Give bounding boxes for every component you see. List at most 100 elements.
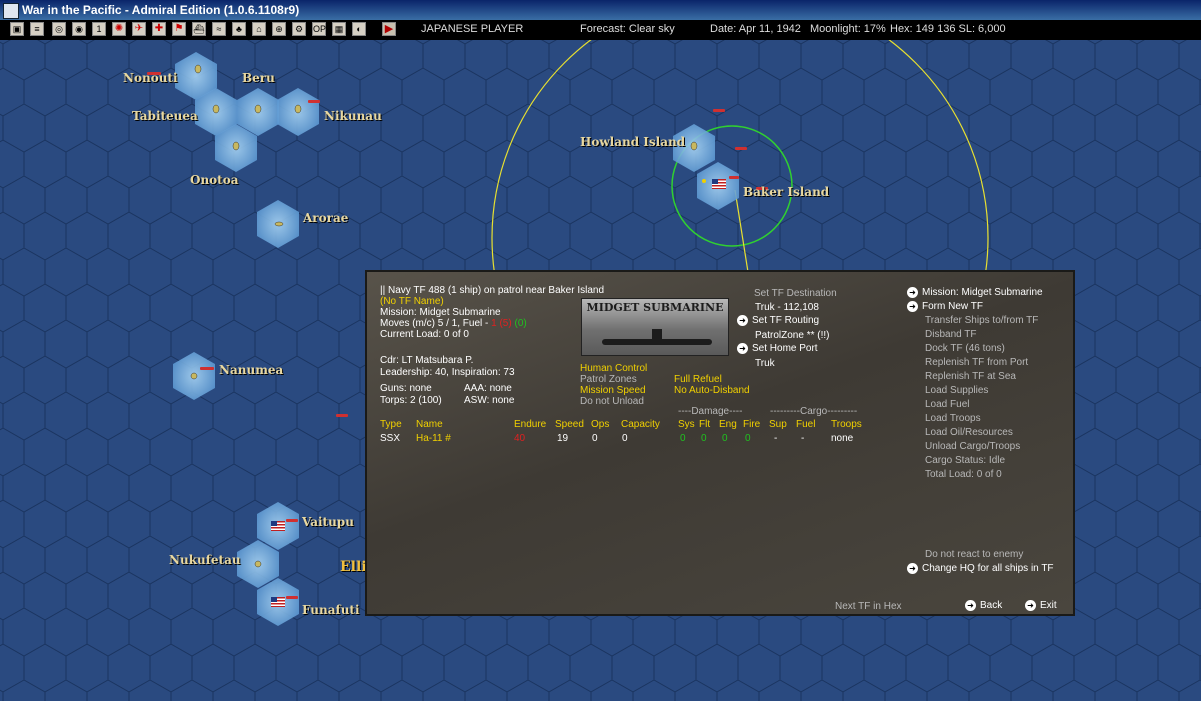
col-eng: Eng [719,419,737,430]
menu-mission-label: Mission: Midget Submarine [922,287,1043,298]
map-label-nanumea: Nanumea [219,363,284,377]
menu-change-hq[interactable]: ➜ Change HQ for all ships in TF [907,562,1054,575]
set-destination-label: Set TF Destination [754,288,837,299]
col-fire: Fire [743,419,761,430]
col-type: Type [380,419,402,430]
set-routing-button[interactable]: ➜ Set TF Routing [737,314,819,327]
arrow-icon: ➜ [1025,599,1036,611]
zoom-icon[interactable]: ▣ [10,22,24,36]
jungle-icon[interactable]: ♣ [232,22,246,36]
tf-torps: Torps: 2 (100) [380,395,442,406]
map-label-nonouti: Nonouti [123,71,178,85]
map-label-baker: Baker Island [743,185,830,199]
info-icon[interactable]: 1 [92,22,106,36]
tf-marker[interactable] [702,179,706,183]
ship-icon[interactable]: ⛴ [192,22,206,36]
ship-class-caption: MIDGET SUBMARINE [586,301,724,314]
col-capacity: Capacity [621,419,660,430]
convoy-icon[interactable]: ≈ [212,22,226,36]
exit-button[interactable]: ➜ Exit [1025,599,1057,612]
player-label: JAPANESE PLAYER [421,23,524,35]
arrow-icon: ➜ [907,300,918,312]
menu-total-load: Total Load: 0 of 0 [925,469,1002,480]
cell-capacity: 0 [622,433,628,444]
title-bar: War in the Pacific - Admiral Edition (1.… [0,0,1201,20]
cell-flt: 0 [701,433,707,444]
base-flag-icon[interactable]: ⚑ [172,22,186,36]
settings-icon[interactable]: ⚙ [292,22,306,36]
sub-hull [602,339,712,345]
cell-fire: 0 [745,433,751,444]
fighter-icon[interactable]: ✚ [152,22,166,36]
combat-report-icon[interactable]: ◉ [72,22,86,36]
menu-disband-tf[interactable]: Disband TF [925,328,977,341]
tf-current-load: Current Load: 0 of 0 [380,329,469,340]
us-flag-icon [271,521,285,531]
task-force-panel: || Navy TF 488 (1 ship) on patrol near B… [365,270,1075,616]
map-label-nukufetau: Nukufetau [169,553,241,567]
menu-dock-tf[interactable]: Dock TF (46 tons) [925,342,1005,355]
map-label-ellice: Elli [340,559,367,575]
report-icon[interactable]: ≡ [30,22,44,36]
date-label: Date: Apr 11, 1942 [710,23,801,35]
moonlight-label: Moonlight: 17% [810,23,886,35]
intel-icon[interactable]: ◎ [52,22,66,36]
col-troops: Troops [831,419,862,430]
hex-label: Hex: 149 136 SL: 6,000 [890,23,1006,35]
col-flt: Flt [699,419,711,430]
back-button[interactable]: ➜ Back [965,599,1002,612]
menu-form-new-tf[interactable]: ➜ Form New TF [907,300,983,313]
menu-no-react[interactable]: Do not react to enemy [925,548,1023,561]
target-icon[interactable]: ⊕ [272,22,286,36]
map-icon[interactable]: ▦ [332,22,346,36]
arrow-icon: ➜ [907,562,918,574]
exit-label: Exit [1040,600,1057,611]
window-title: War in the Pacific - Admiral Edition (1.… [22,3,300,17]
map-label-vaitupu: Vaitupu [302,515,354,529]
options-icon[interactable]: OP [312,22,326,36]
map-label-nikunau: Nikunau [324,109,382,123]
factory-icon[interactable]: ⌂ [252,22,266,36]
opt-do-not-unload[interactable]: Do not Unload [580,395,644,408]
menu-load-troops[interactable]: Load Troops [925,412,981,425]
arrow-icon: ➜ [737,342,748,354]
menu-load-supplies[interactable]: Load Supplies [925,384,988,397]
menu-load-oil[interactable]: Load Oil/Resources [925,426,1013,439]
col-name: Name [416,419,443,430]
us-flag-icon [271,597,285,607]
menu-change-hq-label: Change HQ for all ships in TF [922,563,1054,574]
set-routing-label: Set TF Routing [752,315,820,326]
ship-class-photo: MIDGET SUBMARINE [581,298,729,356]
map-label-tabiteuea: Tabiteuea [132,109,198,123]
rising-sun-flag-icon[interactable]: ✺ [112,22,126,36]
aircraft-icon[interactable]: ✈ [132,22,146,36]
back-label: Back [980,600,1003,611]
menu-load-fuel[interactable]: Load Fuel [925,398,969,411]
set-home-port-button[interactable]: ➜ Set Home Port [737,342,818,355]
globe-icon[interactable]: ◐ [352,22,366,36]
cell-speed: 19 [557,433,569,444]
tf-leadership: Leadership: 40, Inspiration: 73 [380,367,515,378]
col-fuel: Fuel [796,419,816,430]
arrow-icon: ➜ [737,314,748,326]
menu-unload-cargo[interactable]: Unload Cargo/Troops [925,440,1020,453]
cell-fuel: - [801,433,805,444]
menu-mission[interactable]: ➜ Mission: Midget Submarine [907,286,1043,299]
cell-troops: none [831,433,854,444]
opt-no-auto-disband[interactable]: No Auto-Disband [674,384,750,397]
cell-name[interactable]: Ha-11 # [416,432,451,445]
cell-sys: 0 [680,433,686,444]
next-tf-button[interactable]: Next TF in Hex [835,600,902,613]
map-label-onotoa: Onotoa [190,173,239,187]
end-turn-play-icon[interactable]: ▶ [382,22,396,36]
menu-cargo-status: Cargo Status: Idle [925,455,1006,466]
col-ops: Ops [591,419,610,430]
cell-endure: 40 [514,433,526,444]
arrow-icon: ➜ [965,599,976,611]
menu-transfer-ships[interactable]: Transfer Ships to/from TF [925,314,1038,327]
menu-replenish-port[interactable]: Replenish TF from Port [925,356,1028,369]
menu-replenish-sea[interactable]: Replenish TF at Sea [925,370,1016,383]
cell-sup: - [774,433,778,444]
tf-asw: ASW: none [464,395,515,406]
map-label-howland: Howland Island [580,135,686,149]
